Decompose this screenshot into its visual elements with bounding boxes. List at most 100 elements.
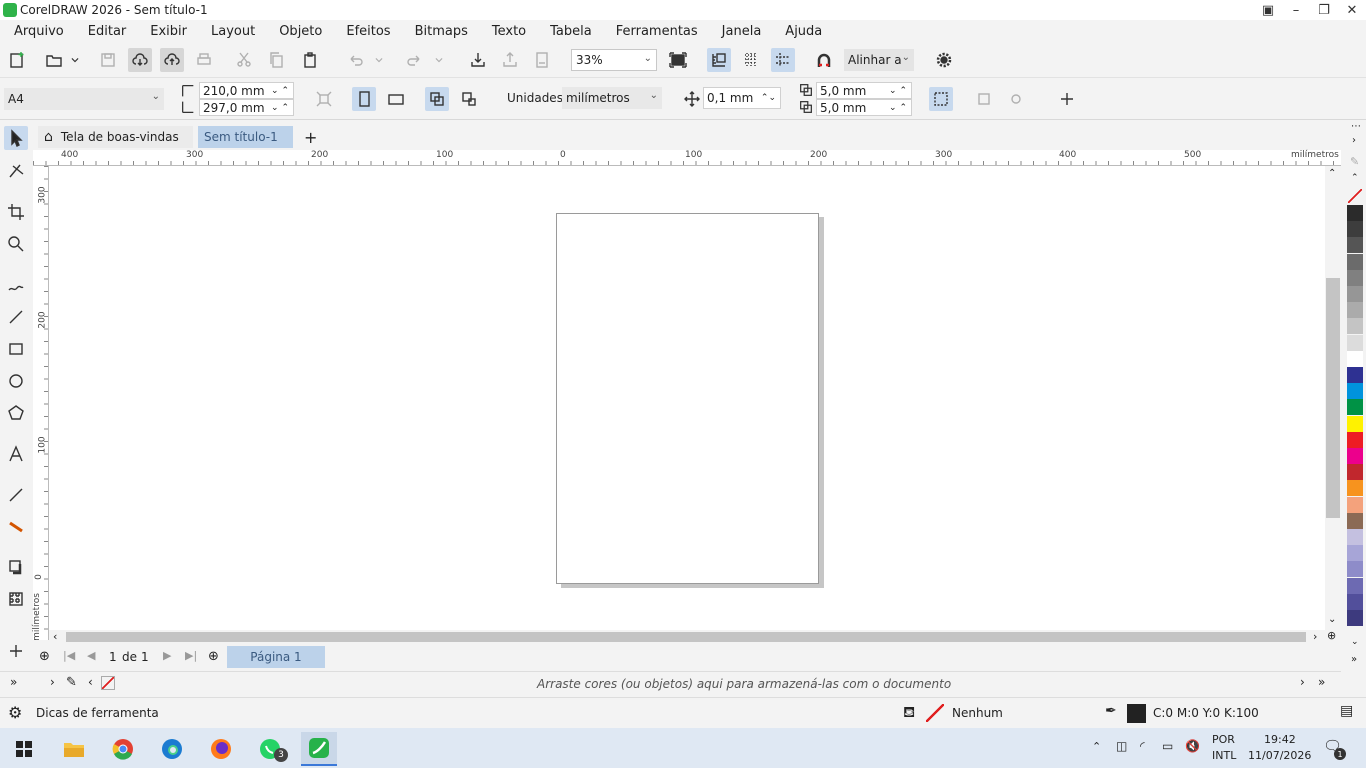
language-primary[interactable]: POR: [1212, 733, 1235, 746]
tab-document[interactable]: Sem título-1: [198, 126, 293, 148]
palette-color-swatch[interactable]: [1347, 286, 1363, 302]
scroll-right-icon[interactable]: ›: [1313, 630, 1317, 643]
object-transform-icon[interactable]: [1004, 87, 1028, 111]
add-page-before-icon[interactable]: ⊕: [39, 649, 50, 664]
pick-tool-icon[interactable]: [4, 126, 28, 150]
scroll-down-icon[interactable]: ⌄: [1328, 614, 1336, 625]
scroll-down-icon[interactable]: ⌄: [1351, 637, 1359, 647]
scroll-left-icon[interactable]: ‹: [53, 630, 57, 643]
chevron-right-icon[interactable]: ›: [1352, 135, 1356, 146]
palette-color-swatch[interactable]: [1347, 253, 1363, 270]
transparency-tool-icon[interactable]: [4, 587, 28, 611]
palette-color-swatch[interactable]: [1347, 529, 1363, 545]
next-page-icon[interactable]: ▶: [163, 649, 171, 662]
chevron-down-icon[interactable]: [68, 48, 82, 72]
landscape-icon[interactable]: [384, 87, 408, 111]
crop-tool-icon[interactable]: [4, 200, 28, 224]
menu-ajuda[interactable]: Ajuda: [785, 24, 822, 39]
spin-arrows-icon[interactable]: ⌃⌄: [761, 93, 776, 103]
palette-color-swatch[interactable]: [1347, 610, 1363, 626]
palette-menu-icon[interactable]: ⋯: [1351, 121, 1361, 132]
chevron-right-icon[interactable]: ›: [50, 675, 55, 689]
palette-color-swatch[interactable]: [1347, 512, 1363, 529]
align-to-dropdown[interactable]: Alinhar a ⌄: [844, 49, 914, 71]
treat-as-filled-icon[interactable]: [929, 87, 953, 111]
full-screen-preview-icon[interactable]: [666, 48, 690, 72]
horizontal-scrollbar[interactable]: ‹ › ⊕: [49, 629, 1341, 644]
save-icon[interactable]: [96, 48, 120, 72]
firefox-icon[interactable]: [203, 732, 239, 766]
palette-color-swatch[interactable]: [1347, 350, 1363, 367]
spin-arrows-icon[interactable]: ⌄ ⌃: [889, 86, 907, 96]
redo-dropdown-icon[interactable]: [432, 48, 446, 72]
palette-color-swatch[interactable]: [1347, 480, 1363, 497]
copy-icon[interactable]: [264, 48, 288, 72]
page-height-input[interactable]: 297,0 mm ⌄ ⌃: [199, 99, 294, 116]
volume-muted-icon[interactable]: 🔇: [1185, 739, 1200, 753]
show-guidelines-icon[interactable]: [771, 48, 795, 72]
palette-color-swatch[interactable]: [1347, 545, 1363, 562]
menu-tabela[interactable]: Tabela: [550, 24, 592, 39]
freehand-tool-icon[interactable]: [4, 273, 28, 297]
page-tab-1[interactable]: Página 1: [227, 646, 325, 668]
units-select[interactable]: milímetros ⌄: [562, 87, 662, 109]
whatsapp-icon[interactable]: 3: [252, 732, 288, 766]
palette-color-swatch[interactable]: [1347, 221, 1363, 238]
print-icon[interactable]: [192, 48, 216, 72]
cloud-upload-icon[interactable]: [160, 48, 184, 72]
palette-color-swatch[interactable]: [1347, 431, 1363, 448]
horizontal-ruler[interactable]: 400 300 200 100 0 100 200 300 400 500 mi…: [33, 150, 1341, 166]
menu-exibir[interactable]: Exibir: [150, 24, 187, 39]
expand-double-chevron-icon[interactable]: »: [1318, 675, 1325, 689]
drop-shadow-tool-icon[interactable]: [4, 555, 28, 579]
palette-color-swatch[interactable]: [1347, 334, 1363, 351]
palette-color-swatch[interactable]: [1347, 464, 1363, 481]
horizontal-scroll-thumb[interactable]: [66, 632, 1306, 642]
menu-arquivo[interactable]: Arquivo: [14, 24, 64, 39]
import-icon[interactable]: [466, 48, 490, 72]
zoom-tool-icon[interactable]: [4, 232, 28, 256]
spin-arrows-icon[interactable]: ⌄ ⌃: [271, 103, 289, 113]
eyedropper-icon[interactable]: ✎: [66, 675, 77, 690]
tab-welcome-screen[interactable]: ⌂ Tela de boas-vindas: [38, 126, 193, 148]
gear-icon[interactable]: ⚙: [8, 703, 22, 722]
page-width-input[interactable]: 210,0 mm ⌄ ⌃: [199, 82, 294, 99]
undo-icon[interactable]: [344, 48, 368, 72]
page-size-select[interactable]: A4 ⌄: [4, 88, 164, 110]
shape-tool-icon[interactable]: [4, 159, 28, 183]
wifi-icon[interactable]: ◜: [1140, 739, 1145, 753]
clock-date[interactable]: 11/07/2026: [1248, 749, 1311, 762]
chevron-right-icon[interactable]: ›: [1300, 675, 1305, 689]
last-page-icon[interactable]: ▶|: [185, 649, 197, 662]
close-button[interactable]: ✕: [1338, 0, 1366, 20]
scroll-up-icon[interactable]: ⌃: [1328, 168, 1336, 179]
add-page-after-icon[interactable]: ⊕: [208, 649, 219, 664]
previous-page-icon[interactable]: ◀: [87, 649, 95, 662]
minimize-button[interactable]: –: [1282, 0, 1310, 20]
zoom-navigator-icon[interactable]: ⊕: [1327, 629, 1336, 642]
add-icon[interactable]: [1055, 87, 1079, 111]
coreldraw-taskbar-icon[interactable]: [301, 732, 337, 766]
outline-color-swatch[interactable]: [1127, 704, 1146, 723]
settings-gear-icon[interactable]: [932, 48, 956, 72]
cloud-download-icon[interactable]: [128, 48, 152, 72]
menu-efeitos[interactable]: Efeitos: [346, 24, 390, 39]
windows-start-icon[interactable]: [6, 732, 42, 766]
cut-icon[interactable]: [232, 48, 256, 72]
show-grid-icon[interactable]: [739, 48, 763, 72]
expand-double-chevron-icon[interactable]: »: [10, 675, 17, 689]
all-pages-icon[interactable]: [425, 87, 449, 111]
polygon-tool-icon[interactable]: [4, 401, 28, 425]
menu-texto[interactable]: Texto: [492, 24, 526, 39]
color-proof-icon[interactable]: ▤: [1340, 703, 1353, 719]
duplicate-x-input[interactable]: 5,0 mm ⌄ ⌃: [816, 82, 912, 99]
palette-color-swatch[interactable]: [1347, 383, 1363, 400]
menu-janela[interactable]: Janela: [722, 24, 762, 39]
menu-ferramentas[interactable]: Ferramentas: [616, 24, 698, 39]
connector-tool-icon[interactable]: [4, 515, 28, 539]
palette-color-swatch[interactable]: [1347, 318, 1363, 335]
menu-objeto[interactable]: Objeto: [279, 24, 322, 39]
undo-dropdown-icon[interactable]: [372, 48, 386, 72]
add-tool-icon[interactable]: [4, 639, 28, 663]
nudge-distance-input[interactable]: 0,1 mm ⌃⌄: [703, 87, 781, 109]
